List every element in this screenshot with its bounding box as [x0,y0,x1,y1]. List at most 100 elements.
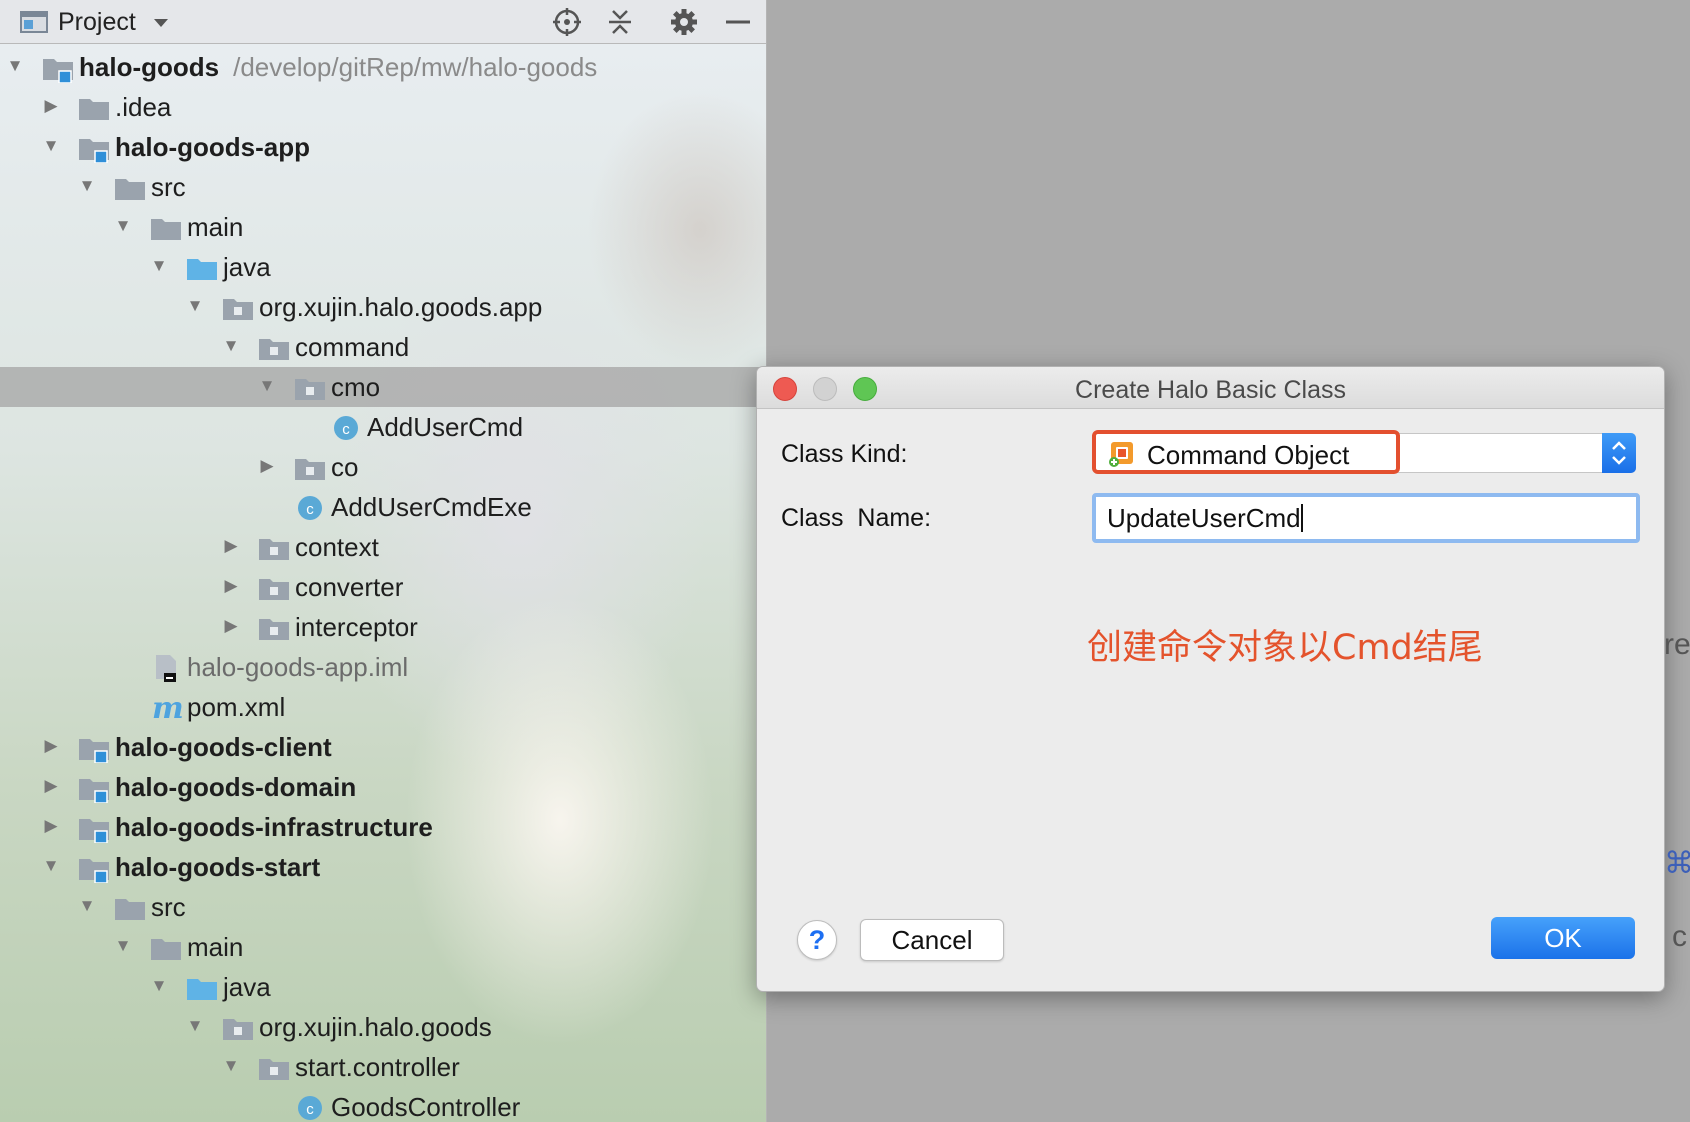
tree-item-name: start.controller [295,1052,460,1082]
class-name-input[interactable]: UpdateUserCmd [1092,493,1640,543]
package-icon [295,459,325,480]
tree-row[interactable]: ▶ .idea [0,87,766,127]
tree-row[interactable]: ▼ org.xujin.halo.goods.app [0,287,766,327]
package-icon [223,299,253,320]
dropdown-arrow-icon[interactable] [148,6,174,38]
collapsed-arrow-icon[interactable]: ▶ [41,736,61,756]
tree-row[interactable]: ▶ context [0,527,766,567]
package-icon [259,539,289,560]
select-stepper-icon[interactable] [1602,433,1636,473]
tree-item-name: AddUserCmdExe [331,492,532,522]
collapse-all-icon[interactable] [604,6,636,38]
tree-row[interactable]: ▶ halo-goods-infrastructure [0,807,766,847]
expanded-arrow-icon[interactable]: ▼ [113,936,133,956]
create-halo-basic-class-dialog: Create Halo Basic Class Class Kind: Comm… [756,366,1665,992]
tree-row[interactable]: halo-goods-app.iml [0,647,766,687]
tree-item-label: cmo [331,372,380,403]
expanded-arrow-icon[interactable]: ▼ [149,256,169,276]
collapsed-arrow-icon[interactable]: ▶ [41,776,61,796]
tree-row[interactable]: ▶ converter [0,567,766,607]
tree-item-name: halo-goods [79,52,220,82]
expanded-arrow-icon[interactable]: ▼ [5,56,25,76]
collapsed-arrow-icon[interactable]: ▶ [221,616,241,636]
project-view-selector[interactable]: Project [58,8,136,37]
package-icon [259,1059,289,1080]
iml-file-icon [156,655,176,682]
tree-item-label: GoodsController [331,1092,520,1122]
tree-item-label: src [151,892,186,923]
tree-row[interactable]: c AddUserCmd [0,407,766,447]
tree-item-label: main [187,932,243,963]
tree-row[interactable]: ▼ halo-goods-app [0,127,766,167]
expanded-arrow-icon[interactable]: ▼ [41,136,61,156]
class-icon: c [298,496,322,520]
tree-row[interactable]: ▼ main [0,207,766,247]
folder-icon [151,939,181,960]
help-button[interactable]: ? [797,920,837,960]
tree-row[interactable]: ▼ start.controller [0,1047,766,1087]
tree-row[interactable]: m pom.xml [0,687,766,727]
source-folder-icon [187,259,217,280]
expanded-arrow-icon[interactable]: ▼ [41,856,61,876]
tree-row[interactable]: ▼ src [0,887,766,927]
tree-item-name: command [295,332,410,362]
gear-icon[interactable] [668,6,700,38]
cancel-button[interactable]: Cancel [860,919,1004,961]
expanded-arrow-icon[interactable]: ▼ [185,296,205,316]
tree-row[interactable]: ▼ java [0,247,766,287]
expanded-arrow-icon[interactable]: ▼ [221,1056,241,1076]
tree-item-label: interceptor [295,612,418,643]
tree-row[interactable]: c GoodsController [0,1087,766,1122]
expanded-arrow-icon[interactable]: ▼ [77,896,97,916]
expanded-arrow-icon[interactable]: ▼ [149,976,169,996]
tree-row[interactable]: ▶ halo-goods-client [0,727,766,767]
tree-row[interactable]: ▼ halo-goods/develop/gitRep/mw/halo-goods [0,47,766,87]
tree-item-name: halo-goods-app [115,132,310,162]
tree-item-label: halo-goods-domain [115,772,356,803]
collapsed-arrow-icon[interactable]: ▶ [221,536,241,556]
tree-row[interactable]: ▼ command [0,327,766,367]
package-icon [259,339,289,360]
minimize-icon[interactable] [722,6,754,38]
class-icon: c [334,416,358,440]
tree-row[interactable]: c AddUserCmdExe [0,487,766,527]
tree-item-label: command [295,332,409,363]
collapsed-arrow-icon[interactable]: ▶ [41,816,61,836]
tree-row[interactable]: ▶ interceptor [0,607,766,647]
tree-row[interactable]: ▼ java [0,967,766,1007]
tree-row[interactable]: ▶ halo-goods-domain [0,767,766,807]
expanded-arrow-icon[interactable]: ▼ [185,1016,205,1036]
tree-item-name: AddUserCmd [367,412,524,442]
tree-item-label: halo-goods/develop/gitRep/mw/halo-goods [79,52,597,83]
expanded-arrow-icon[interactable]: ▼ [113,216,133,236]
module-folder-icon [79,779,109,803]
class-kind-select[interactable]: Command Object [1092,433,1636,473]
collapsed-arrow-icon[interactable]: ▶ [257,456,277,476]
project-window-icon[interactable] [18,6,50,38]
tree-row[interactable]: ▼ main [0,927,766,967]
class-name-label: Class Name: [781,504,932,532]
locate-crosshair-icon[interactable] [551,6,583,38]
tree-item-name: halo-goods-app.iml [187,652,409,682]
project-path: /develop/gitRep/mw/halo-goods [233,52,598,82]
collapsed-arrow-icon[interactable]: ▶ [41,96,61,116]
folder-icon [151,219,181,240]
tree-row[interactable]: ▼ halo-goods-start [0,847,766,887]
tree-row[interactable]: ▼ org.xujin.halo.goods [0,1007,766,1047]
editor-shortcut-fragment: ⌘ [1664,847,1690,880]
project-tool-window: Project ▼ halo-goods/develop/gitRep/mw/h… [0,0,767,1122]
tree-row[interactable]: ▼ src [0,167,766,207]
expanded-arrow-icon[interactable]: ▼ [77,176,97,196]
source-folder-icon [187,979,217,1000]
tree-row[interactable]: ▼ cmo [0,367,766,407]
tree-item-name: halo-goods-client [115,732,332,762]
tree-item-label: org.xujin.halo.goods.app [259,292,542,323]
tree-item-name: org.xujin.halo.goods.app [259,292,543,322]
expanded-arrow-icon[interactable]: ▼ [221,336,241,356]
tree-row[interactable]: ▶ co [0,447,766,487]
tree-item-label: co [331,452,358,483]
collapsed-arrow-icon[interactable]: ▶ [221,576,241,596]
expanded-arrow-icon[interactable]: ▼ [257,376,277,396]
ok-button[interactable]: OK [1491,917,1635,959]
text-caret [1300,504,1303,532]
